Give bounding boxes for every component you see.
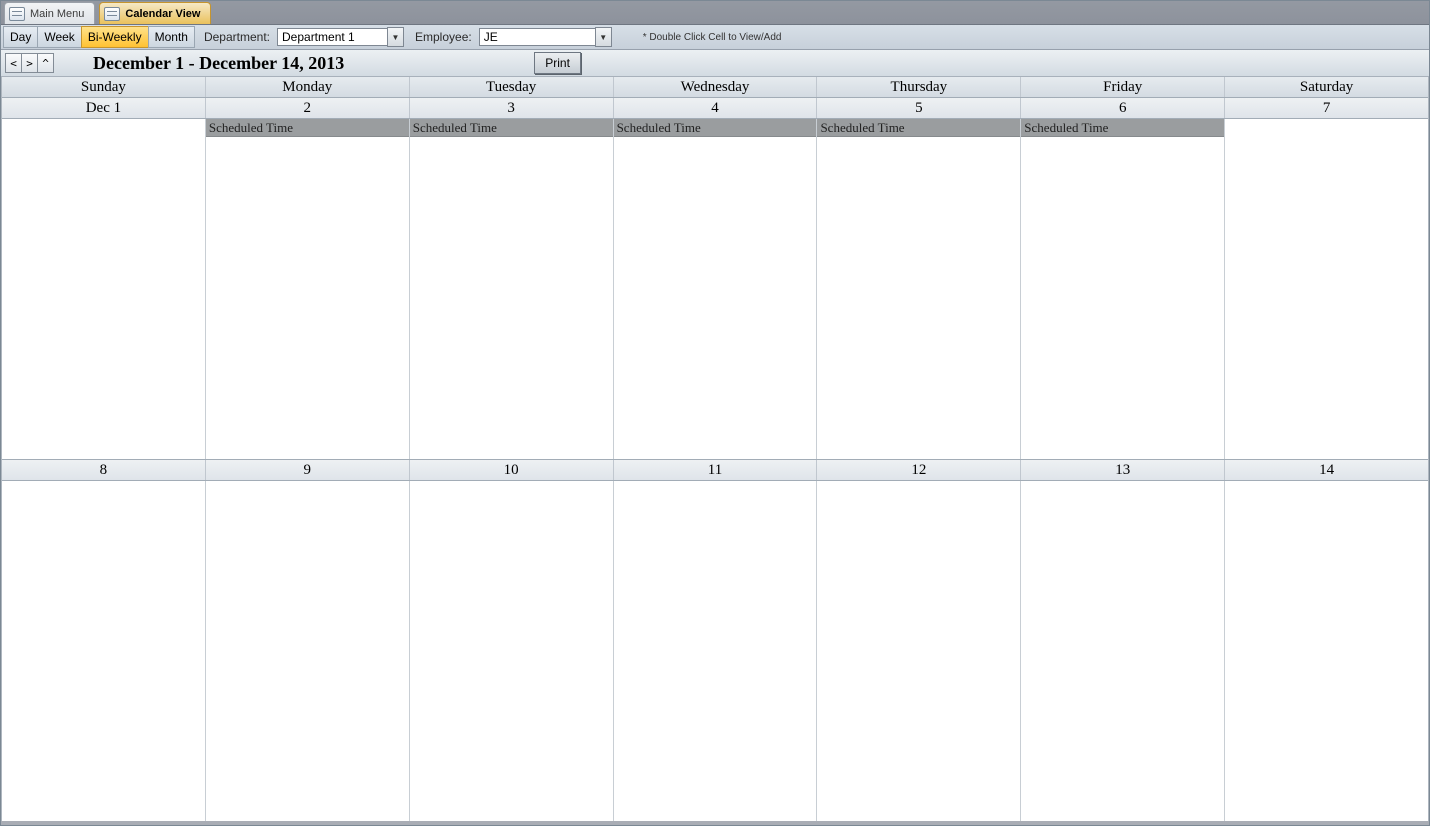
tab-main-menu[interactable]: Main Menu [4, 2, 95, 24]
department-label: Department: [194, 25, 276, 49]
view-biweekly-button[interactable]: Bi-Weekly [81, 26, 149, 48]
scheduled-time-header: Scheduled Time [1021, 119, 1224, 137]
calendar-day-cell[interactable] [614, 481, 818, 821]
day-header-row: Sunday Monday Tuesday Wednesday Thursday… [2, 77, 1428, 98]
department-input[interactable] [277, 28, 387, 46]
date-cell: 12 [817, 460, 1021, 480]
day-header-fri: Friday [1021, 77, 1225, 97]
employee-label: Employee: [405, 25, 478, 49]
dropdown-icon[interactable]: ▼ [595, 27, 612, 47]
date-range-label: December 1 - December 14, 2013 [93, 53, 344, 74]
date-cell: 10 [410, 460, 614, 480]
view-day-button[interactable]: Day [3, 26, 38, 48]
week1-body: Scheduled Time Scheduled Time Scheduled … [2, 119, 1428, 460]
date-cell: 4 [614, 98, 818, 118]
nav-next-button[interactable]: > [21, 53, 38, 73]
calendar-day-cell[interactable] [1225, 119, 1428, 459]
tab-strip: Main Menu Calendar View [1, 1, 1429, 25]
week2-body [2, 481, 1428, 821]
date-cell: 2 [206, 98, 410, 118]
day-header-sun: Sunday [2, 77, 206, 97]
date-cell: 6 [1021, 98, 1225, 118]
calendar-day-cell[interactable]: Scheduled Time [614, 119, 818, 459]
day-header-mon: Monday [206, 77, 410, 97]
calendar-day-cell[interactable]: Scheduled Time [817, 119, 1021, 459]
calendar-day-cell[interactable] [1021, 481, 1225, 821]
print-button[interactable]: Print [534, 52, 581, 74]
department-combo[interactable]: ▼ [277, 27, 404, 47]
scheduled-time-header: Scheduled Time [206, 119, 409, 137]
date-cell: 13 [1021, 460, 1225, 480]
app-frame: Main Menu Calendar View Day Week Bi-Week… [0, 0, 1430, 826]
day-header-sat: Saturday [1225, 77, 1428, 97]
calendar-day-cell[interactable] [1225, 481, 1428, 821]
scheduled-time-header: Scheduled Time [614, 119, 817, 137]
day-header-tue: Tuesday [410, 77, 614, 97]
nav-up-button[interactable]: ^ [37, 53, 54, 73]
double-click-hint: * Double Click Cell to View/Add [643, 25, 782, 49]
week2-date-row: 8 9 10 11 12 13 14 [2, 460, 1428, 481]
form-icon [9, 7, 25, 21]
scheduled-time-header: Scheduled Time [410, 119, 613, 137]
date-cell: 9 [206, 460, 410, 480]
view-month-button[interactable]: Month [148, 26, 195, 48]
tab-main-menu-label: Main Menu [30, 8, 84, 20]
calendar-day-cell[interactable]: Scheduled Time [1021, 119, 1225, 459]
date-cell: 7 [1225, 98, 1428, 118]
scheduled-time-header: Scheduled Time [817, 119, 1020, 137]
calendar-day-cell[interactable] [817, 481, 1021, 821]
date-cell: Dec 1 [2, 98, 206, 118]
week1-date-row: Dec 1 2 3 4 5 6 7 [2, 98, 1428, 119]
calendar-day-cell[interactable] [410, 481, 614, 821]
form-icon [104, 7, 120, 21]
day-header-wed: Wednesday [614, 77, 818, 97]
tab-calendar-view-label: Calendar View [125, 8, 200, 20]
calendar-day-cell[interactable] [206, 481, 410, 821]
date-cell: 8 [2, 460, 206, 480]
nav-row: < > ^ December 1 - December 14, 2013 Pri… [1, 50, 1429, 77]
dropdown-icon[interactable]: ▼ [387, 27, 404, 47]
calendar-day-cell[interactable] [2, 119, 206, 459]
calendar-day-cell[interactable]: Scheduled Time [410, 119, 614, 459]
date-cell: 14 [1225, 460, 1428, 480]
calendar-day-cell[interactable]: Scheduled Time [206, 119, 410, 459]
view-toolbar: Day Week Bi-Weekly Month Department: ▼ E… [1, 25, 1429, 50]
view-week-button[interactable]: Week [37, 26, 81, 48]
date-cell: 3 [410, 98, 614, 118]
date-cell: 5 [817, 98, 1021, 118]
nav-prev-button[interactable]: < [5, 53, 22, 73]
calendar-grid: Sunday Monday Tuesday Wednesday Thursday… [1, 77, 1429, 821]
date-cell: 11 [614, 460, 818, 480]
calendar-day-cell[interactable] [2, 481, 206, 821]
employee-combo[interactable]: ▼ [479, 27, 612, 47]
tab-calendar-view[interactable]: Calendar View [99, 2, 211, 24]
day-header-thu: Thursday [817, 77, 1021, 97]
employee-input[interactable] [479, 28, 595, 46]
